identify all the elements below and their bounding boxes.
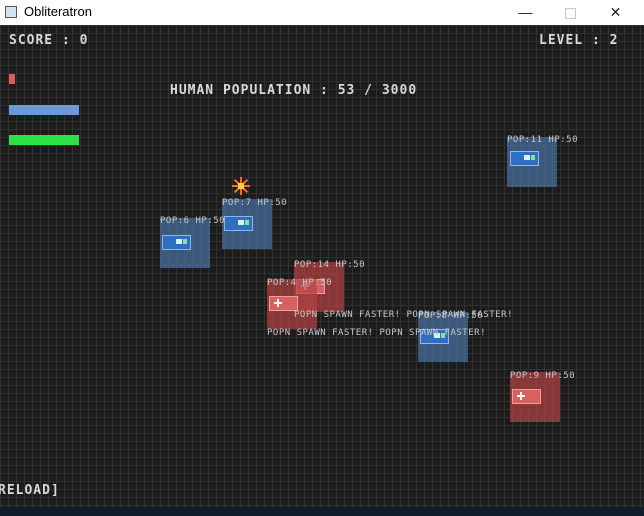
window-titlebar: Obliteratron — ✕ [0,0,644,25]
unit-label: POP:4 HP:50 [267,278,333,288]
reload-indicator[interactable]: RELOAD] [0,483,60,498]
maximize-icon [565,8,576,19]
energy-bar [9,135,79,145]
unit-label: POP:11 HP:50 [507,135,579,145]
spawn-message: POPN SPAWN FASTER! POPN SPAWN FASTER! [294,310,513,320]
health-bar [9,74,15,84]
vehicle-icon [510,151,539,166]
unit-label: POP:6 HP:50 [160,216,226,226]
window-title: Obliteratron [24,4,92,19]
app-icon [5,6,17,18]
vehicle-icon [512,389,541,404]
vehicle-icon [162,235,191,250]
vehicle-icon [224,216,253,231]
unit-label: POP:14 HP:50 [294,260,366,270]
close-button[interactable]: ✕ [593,0,638,25]
unit-label: POP:9 HP:50 [510,371,576,381]
level-display: LEVEL : 2 [539,33,619,48]
maximize-button[interactable] [548,0,593,25]
taskbar-strip [0,508,644,516]
vehicle-icon [269,296,298,311]
game-canvas[interactable]: SCORE : 0 LEVEL : 2 HUMAN POPULATION : 5… [0,25,644,508]
minimize-button[interactable]: — [503,0,548,25]
population-display: HUMAN POPULATION : 53 / 3000 [170,83,418,98]
spawn-message: POPN SPAWN FASTER! POPN SPAWN FASTER! [267,328,486,338]
explosion-icon [232,177,250,195]
unit-label: POP:7 HP:50 [222,198,288,208]
ammo-bar [9,105,79,115]
score-display: SCORE : 0 [9,33,89,48]
